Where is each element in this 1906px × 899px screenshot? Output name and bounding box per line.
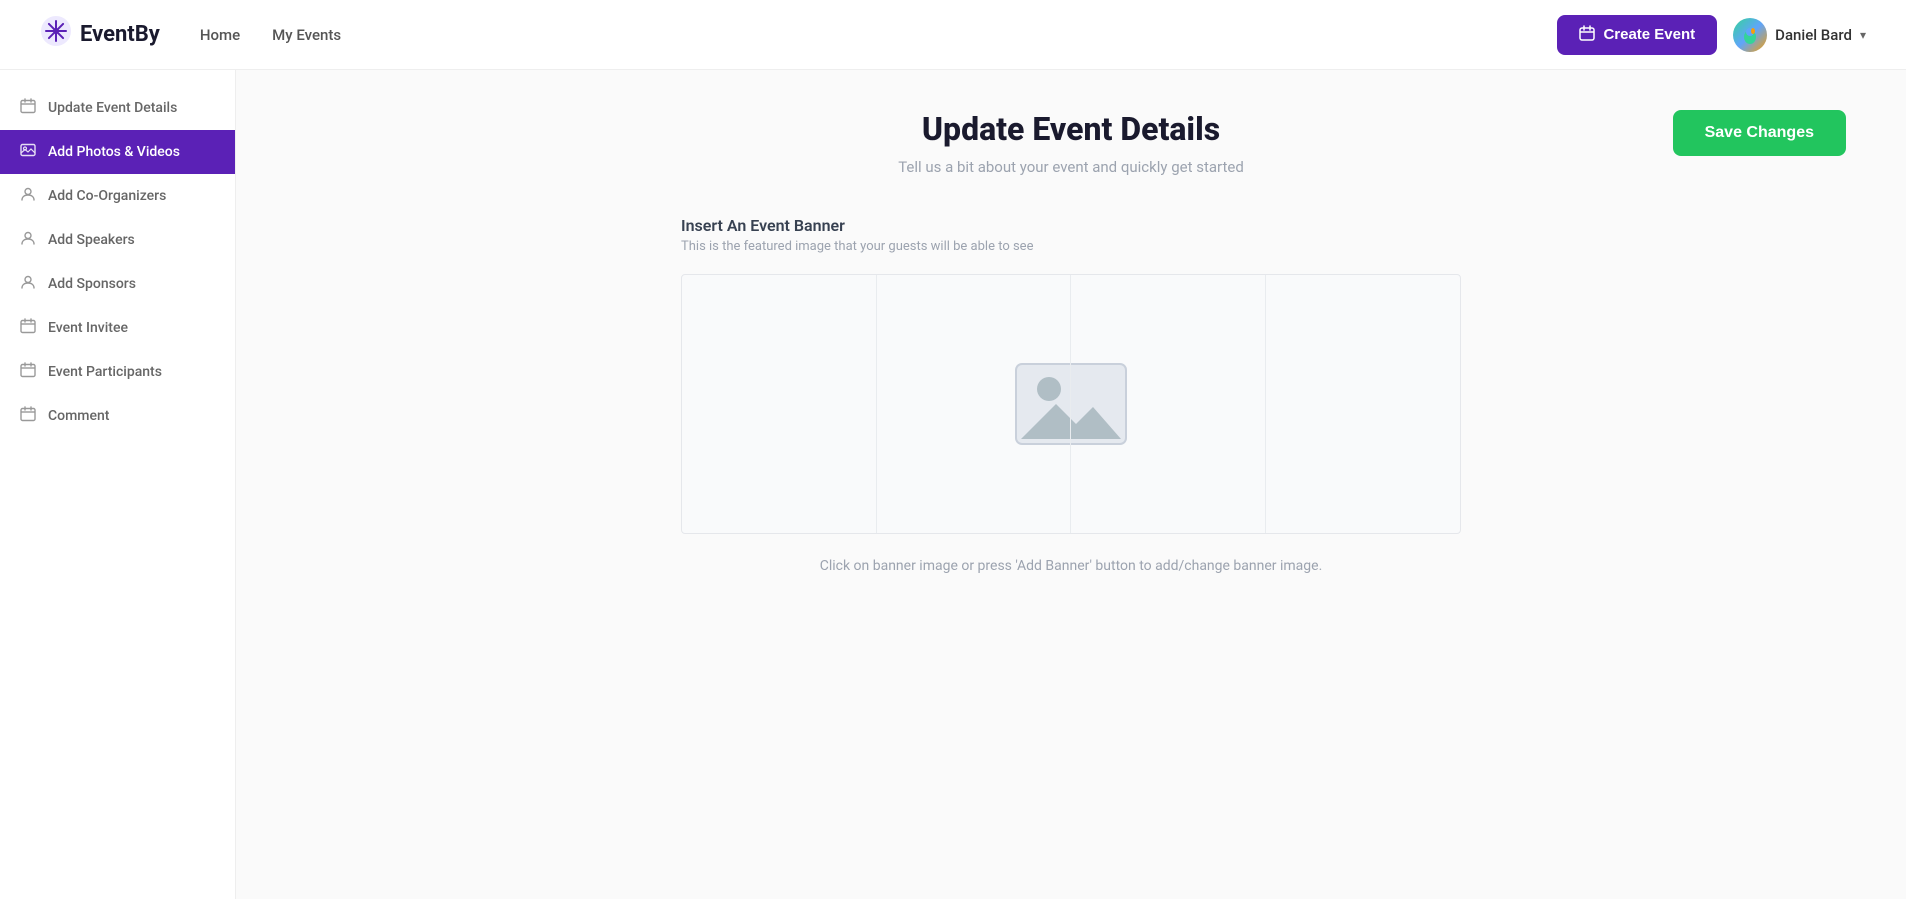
calendar-icon	[20, 362, 36, 382]
page-title-section: Update Event Details Tell us a bit about…	[681, 110, 1461, 176]
person-icon	[20, 274, 36, 294]
banner-upload-area[interactable]	[681, 274, 1461, 534]
person-icon	[20, 186, 36, 206]
sidebar-item-label: Add Speakers	[48, 232, 135, 248]
user-menu[interactable]: Daniel Bard ▾	[1733, 18, 1866, 52]
create-event-label: Create Event	[1603, 26, 1695, 43]
sidebar-item-label: Event Invitee	[48, 320, 128, 336]
sidebar-item-label: Add Co-Organizers	[48, 188, 166, 204]
content-inner: Update Event Details Tell us a bit about…	[621, 70, 1521, 654]
sidebar-item-add-co-organizers[interactable]: Add Co-Organizers	[0, 174, 235, 218]
sidebar-item-label: Add Photos & Videos	[48, 144, 180, 160]
photo-icon	[20, 142, 36, 162]
save-changes-button[interactable]: Save Changes	[1673, 110, 1846, 156]
user-name: Daniel Bard	[1775, 26, 1852, 44]
sidebar-item-update-event-details[interactable]: Update Event Details	[0, 86, 235, 130]
sidebar-item-event-invitee[interactable]: Event Invitee	[0, 306, 235, 350]
calendar-icon	[20, 98, 36, 118]
navbar-left: EventBy Home My Events	[40, 15, 341, 54]
banner-placeholder	[1011, 359, 1131, 449]
banner-section-label: Insert An Event Banner	[681, 216, 1461, 235]
page-subtitle: Tell us a bit about your event and quick…	[681, 158, 1461, 176]
layout: Update Event Details Add Photos & Videos…	[0, 70, 1906, 899]
banner-section-desc: This is the featured image that your gue…	[681, 239, 1461, 254]
logo-icon	[40, 15, 72, 54]
sidebar-item-label: Update Event Details	[48, 100, 177, 116]
calendar-icon	[20, 406, 36, 426]
grid-cell-1	[682, 275, 877, 533]
sidebar: Update Event Details Add Photos & Videos…	[0, 70, 236, 899]
sidebar-item-add-photos-videos[interactable]: Add Photos & Videos	[0, 130, 235, 174]
person-icon	[20, 230, 36, 250]
user-avatar	[1733, 18, 1767, 52]
calendar-icon	[20, 318, 36, 338]
sidebar-item-add-speakers[interactable]: Add Speakers	[0, 218, 235, 262]
sidebar-item-label: Event Participants	[48, 364, 162, 380]
calendar-icon	[1579, 25, 1595, 45]
nav-link-home[interactable]: Home	[200, 26, 240, 44]
sidebar-item-label: Add Sponsors	[48, 276, 136, 292]
banner-section: Insert An Event Banner This is the featu…	[681, 216, 1461, 574]
sidebar-item-label: Comment	[48, 408, 109, 424]
nav-link-my-events[interactable]: My Events	[272, 26, 341, 44]
navbar: EventBy Home My Events Create Event	[0, 0, 1906, 70]
main-content: Save Changes Update Event Details Tell u…	[236, 70, 1906, 899]
navbar-right: Create Event Daniel Bard ▾	[1557, 15, 1866, 55]
sidebar-item-event-participants[interactable]: Event Participants	[0, 350, 235, 394]
logo-text: EventBy	[80, 22, 160, 47]
page-title: Update Event Details	[681, 110, 1461, 148]
grid-cell-4	[1266, 275, 1461, 533]
sidebar-item-comment[interactable]: Comment	[0, 394, 235, 438]
logo[interactable]: EventBy	[40, 15, 160, 54]
chevron-down-icon: ▾	[1860, 28, 1866, 42]
image-placeholder-icon	[1011, 359, 1131, 449]
create-event-button[interactable]: Create Event	[1557, 15, 1717, 55]
sidebar-item-add-sponsors[interactable]: Add Sponsors	[0, 262, 235, 306]
banner-hint: Click on banner image or press 'Add Bann…	[681, 558, 1461, 574]
nav-links: Home My Events	[200, 26, 341, 44]
